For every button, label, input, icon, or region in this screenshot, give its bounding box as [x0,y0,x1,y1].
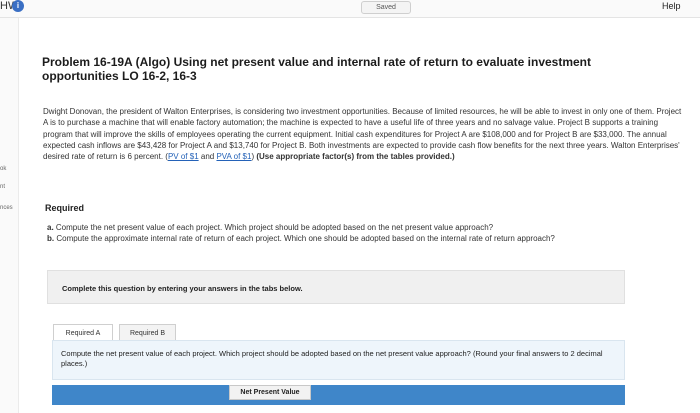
tab-required-b[interactable]: Required B [119,324,176,341]
required-item-text: Compute the approximate internal rate of… [56,234,555,243]
top-bar: HW i Saved Help [0,0,700,18]
pv-of-1-link[interactable]: PV of $1 [168,152,199,161]
pva-of-1-link[interactable]: PVA of $1 [216,152,251,161]
answer-table-header-bar [52,385,625,405]
problem-description: Dwight Donovan, the president of Walton … [43,107,682,162]
required-list: a. Compute the net present value of each… [47,222,687,244]
link-conjunction: and [200,152,215,162]
saved-status-badge: Saved [361,1,411,14]
answer-panel: Compute the net present value of each pr… [52,340,625,380]
sidebar-item[interactable]: nt [0,184,5,190]
instructions-text: Complete this question by entering your … [62,284,303,293]
instructions-box: Complete this question by entering your … [47,270,625,304]
required-item-letter: b. [47,234,55,243]
required-item-text: Compute the net present value of each pr… [55,223,494,232]
sidebar-item[interactable]: nces [0,205,13,211]
problem-title: Problem 16-19A (Algo) Using net present … [42,55,592,83]
required-heading: Required [45,203,85,213]
sidebar: ok nt nces [0,18,19,413]
required-item-letter: a. [47,223,54,232]
help-link[interactable]: Help [662,1,681,11]
required-item-b: b. Compute the approximate internal rate… [47,233,687,244]
info-icon[interactable]: i [12,0,24,12]
net-present-value-column-header: Net Present Value [229,385,311,400]
tab-required-a[interactable]: Required A [53,324,113,341]
answer-prompt: Compute the net present value of each pr… [61,349,603,368]
required-item-a: a. Compute the net present value of each… [47,222,687,233]
problem-instruction: (Use appropriate factor(s) from the tabl… [256,152,455,162]
sidebar-item[interactable]: ok [0,166,6,172]
